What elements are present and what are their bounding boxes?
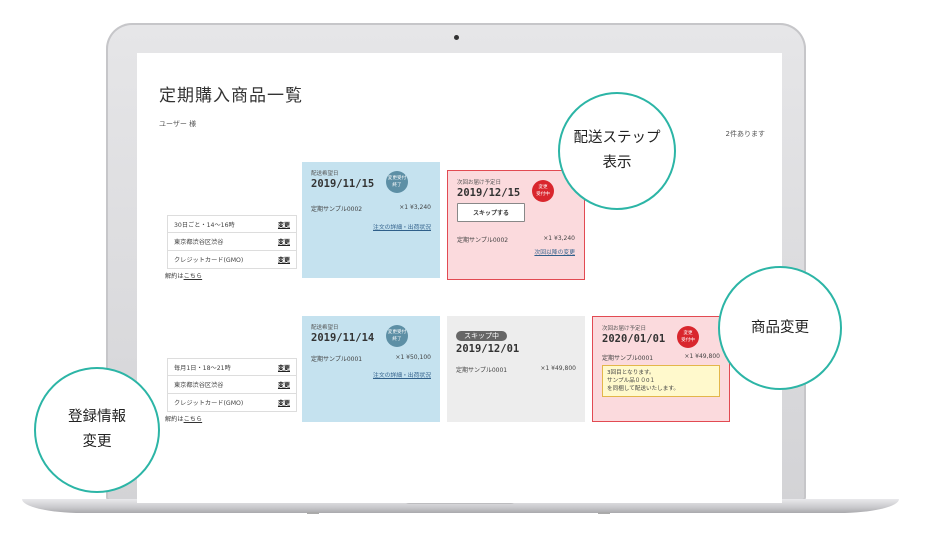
note-line: サンプル品００0１ bbox=[607, 378, 656, 384]
registration-info: 毎月1日・18〜21時 変更 東京都渋谷区渋谷 変更 クレジットカード(GMO)… bbox=[165, 358, 297, 423]
delivery-schedule: 毎月1日・18〜21時 bbox=[174, 364, 231, 372]
change-payment-link[interactable]: 変更 bbox=[278, 398, 290, 407]
badge-line: 終了 bbox=[392, 337, 402, 342]
change-schedule-link[interactable]: 変更 bbox=[278, 220, 290, 229]
product-name: 定期サンプル0002 bbox=[311, 206, 363, 213]
status-badge: 変更 受付中 bbox=[677, 326, 699, 348]
product-name: 定期サンプル0001 bbox=[456, 367, 508, 374]
callout-product-change: 商品変更 bbox=[718, 266, 842, 390]
product-name: 定期サンプル0002 bbox=[457, 237, 509, 244]
callout-line: 変更 bbox=[82, 434, 112, 450]
skipped-date: 2019/12/01 bbox=[456, 343, 520, 355]
change-address-link[interactable]: 変更 bbox=[278, 380, 290, 389]
callout-line: 表示 bbox=[602, 155, 632, 171]
badge-line: 変更 bbox=[683, 331, 693, 336]
delivery-schedule: 30日ごと・14〜16時 bbox=[174, 221, 235, 229]
callout-line: 登録情報 bbox=[68, 409, 126, 425]
status-badge: 変更 受付中 bbox=[532, 180, 554, 202]
next-delivery-label: 次回お届け予定日 bbox=[602, 326, 647, 332]
badge-line: 受付中 bbox=[681, 338, 695, 343]
product-name: 定期サンプル0001 bbox=[602, 355, 654, 362]
product-name: 定期サンプル0001 bbox=[311, 356, 363, 363]
cancel-text: 解約はこちら bbox=[165, 414, 297, 423]
badge-line: 変更受付 bbox=[387, 176, 407, 181]
next-delivery-date: 2020/01/01 bbox=[602, 333, 666, 345]
badge-line: 変更 bbox=[538, 185, 548, 190]
badge-line: 変更受付 bbox=[387, 330, 407, 335]
registration-info: 30日ごと・14〜16時 変更 東京都渋谷区渋谷 変更 クレジットカード(GMO… bbox=[165, 215, 297, 280]
registration-row: クレジットカード(GMO) 変更 bbox=[167, 251, 297, 269]
cancel-text: 解約はこちら bbox=[165, 271, 297, 280]
callout-line: 配送ステップ bbox=[573, 130, 661, 146]
product-line: 定期サンプル0002 ×1 ¥3,240 bbox=[457, 235, 575, 244]
registration-row: 30日ごと・14〜16時 変更 bbox=[167, 215, 297, 233]
next-delivery-card: 次回お届け予定日 2020/01/01 変更受付中 定期サンプル0001 ×1 … bbox=[592, 316, 730, 422]
delivery-date-label: 配送希望日 bbox=[311, 171, 339, 177]
registration-row: クレジットカード(GMO) 変更 bbox=[167, 394, 297, 412]
note-line: 3回目となります。 bbox=[607, 370, 655, 376]
next-delivery-card: 次回お届け予定日 2019/12/15 変更受付中 スキップする 定期サンプル0… bbox=[447, 170, 585, 280]
delivered-card: 配送希望日 2019/11/15 変更受付終了 定期サンプル0002 ×1 ¥3… bbox=[302, 162, 440, 278]
delivery-address: 東京都渋谷区渋谷 bbox=[174, 239, 224, 246]
product-qty-price: ×1 ¥49,800 bbox=[684, 353, 720, 360]
next-delivery-date: 2019/12/15 bbox=[457, 187, 521, 199]
callout-line: 商品変更 bbox=[751, 319, 809, 336]
change-schedule-link[interactable]: 変更 bbox=[278, 363, 290, 372]
product-line: 定期サンプル0001 ×1 ¥50,100 bbox=[311, 354, 431, 363]
payment-method: クレジットカード(GMO) bbox=[174, 400, 244, 407]
product-line: 定期サンプル0002 ×1 ¥3,240 bbox=[311, 204, 431, 213]
order-detail-link[interactable]: 注文の詳細・出荷状況 bbox=[311, 222, 431, 231]
delivery-date-label: 配送希望日 bbox=[311, 325, 339, 331]
delivery-date: 2019/11/15 bbox=[311, 178, 375, 190]
cancel-prefix: 解約は bbox=[165, 273, 184, 280]
callout-registration-change: 登録情報 変更 bbox=[34, 367, 160, 493]
product-qty-price: ×1 ¥49,800 bbox=[540, 365, 576, 372]
status-badge: 変更受付 終了 bbox=[386, 171, 408, 193]
gift-note: 3回目となります。 サンプル品００0１ を同梱して配送いたします。 bbox=[602, 365, 720, 397]
result-count: 2件あります bbox=[725, 130, 765, 138]
registration-row: 東京都渋谷区渋谷 変更 bbox=[167, 376, 297, 394]
status-badge: 変更受付 終了 bbox=[386, 325, 408, 347]
laptop-foot bbox=[307, 512, 319, 514]
badge-line: 受付中 bbox=[536, 192, 550, 197]
product-line: 定期サンプル0001 ×1 ¥49,800 bbox=[602, 353, 720, 362]
next-change-link[interactable]: 次回以降の変更 bbox=[457, 247, 575, 256]
registration-row: 毎月1日・18〜21時 変更 bbox=[167, 358, 297, 376]
user-name: ユーザー 様 bbox=[159, 120, 197, 128]
product-qty-price: ×1 ¥50,100 bbox=[395, 354, 431, 361]
camera-icon bbox=[454, 35, 459, 40]
change-address-link[interactable]: 変更 bbox=[278, 237, 290, 246]
callout-delivery-step: 配送ステップ 表示 bbox=[558, 92, 676, 210]
delivery-address: 東京都渋谷区渋谷 bbox=[174, 382, 224, 389]
note-line: を同梱して配送いたします。 bbox=[607, 386, 679, 392]
order-detail-link[interactable]: 注文の詳細・出荷状況 bbox=[311, 370, 431, 379]
app-screen: 定期購入商品一覧 ユーザー 様 2件あります 30日ごと・14〜16時 変更 東… bbox=[137, 53, 782, 503]
change-payment-link[interactable]: 変更 bbox=[278, 255, 290, 264]
delivery-date: 2019/11/14 bbox=[311, 332, 375, 344]
registration-row: 東京都渋谷区渋谷 変更 bbox=[167, 233, 297, 251]
skipped-card: スキップ中 2019/12/01 定期サンプル0001 ×1 ¥49,800 bbox=[447, 316, 585, 422]
product-line: 定期サンプル0001 ×1 ¥49,800 bbox=[456, 365, 576, 374]
skip-status-pill: スキップ中 bbox=[456, 331, 507, 341]
next-delivery-label: 次回お届け予定日 bbox=[457, 180, 502, 186]
cancel-link[interactable]: こちら bbox=[184, 416, 203, 423]
cancel-link[interactable]: こちら bbox=[184, 273, 203, 280]
badge-line: 終了 bbox=[392, 183, 402, 188]
product-qty-price: ×1 ¥3,240 bbox=[543, 235, 575, 242]
skip-button[interactable]: スキップする bbox=[457, 203, 526, 222]
page-title: 定期購入商品一覧 bbox=[159, 86, 303, 106]
laptop-foot bbox=[598, 512, 610, 514]
product-qty-price: ×1 ¥3,240 bbox=[399, 204, 431, 211]
payment-method: クレジットカード(GMO) bbox=[174, 257, 244, 264]
delivered-card: 配送希望日 2019/11/14 変更受付終了 定期サンプル0001 ×1 ¥5… bbox=[302, 316, 440, 422]
cancel-prefix: 解約は bbox=[165, 416, 184, 423]
